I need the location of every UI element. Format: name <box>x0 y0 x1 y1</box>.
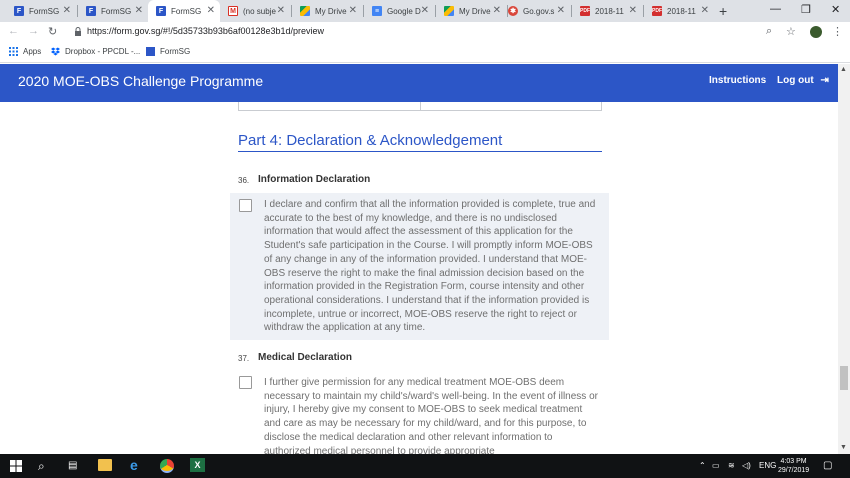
gogov-icon: ✱ <box>508 6 518 16</box>
windows-taskbar: ⌕ ▤ e X ⌃ ▭ ≋ ◁) ENG 4:03 PM 29/7/2019 ▢ <box>0 454 850 478</box>
formsg-icon: F <box>156 6 166 16</box>
browser-tab[interactable]: M (no subje ✕ <box>220 0 290 22</box>
scrollbar-thumb[interactable] <box>840 366 848 390</box>
close-icon[interactable]: ✕ <box>63 5 71 17</box>
scroll-down-icon[interactable]: ▼ <box>840 444 847 451</box>
bookmark-label: FormSG <box>160 47 191 56</box>
options-divider <box>420 102 421 110</box>
edge-browser-icon[interactable]: e <box>130 457 138 473</box>
browser-tab[interactable]: ✱ Go.gov.s ✕ <box>500 0 570 22</box>
drive-icon <box>300 6 310 16</box>
browser-tab[interactable]: PDF 2018-11 ✕ <box>644 0 714 22</box>
medical-declaration-checkbox[interactable] <box>239 376 252 389</box>
logout-icon: ⇥ <box>820 75 829 86</box>
formsg-icon: F <box>14 6 24 16</box>
browser-tab-active[interactable]: F FormSG ✕ <box>148 0 220 22</box>
form-title: 2020 MOE-OBS Challenge Programme <box>18 73 264 89</box>
zoom-search-icon[interactable]: ⌕ <box>766 25 772 38</box>
system-clock[interactable]: 4:03 PM 29/7/2019 <box>778 457 809 475</box>
close-icon[interactable]: ✕ <box>207 5 215 17</box>
question-number: 36. <box>238 176 250 185</box>
docs-icon: ≡ <box>372 6 382 16</box>
window-close-icon[interactable]: ✕ <box>831 3 840 16</box>
section-title: Part 4: Declaration & Acknowledgement <box>238 132 503 149</box>
wifi-icon[interactable]: ≋ <box>728 461 735 470</box>
drive-icon <box>444 6 454 16</box>
gmail-icon: M <box>228 6 238 16</box>
close-icon[interactable]: ✕ <box>349 5 357 17</box>
question-number: 37. <box>238 354 250 363</box>
scroll-up-icon[interactable]: ▲ <box>840 66 847 73</box>
tray-expand-icon[interactable]: ⌃ <box>699 461 706 470</box>
logout-link[interactable]: Log out ⇥ <box>777 75 829 86</box>
medical-checkbox-option[interactable]: I further give permission for any medica… <box>230 370 609 454</box>
clock-time: 4:03 PM <box>780 458 807 465</box>
formsg-icon: F <box>86 6 96 16</box>
dropbox-icon <box>51 47 60 56</box>
bookmarks-bar: Apps Dropbox - PPCDL -... FormSG <box>0 42 850 63</box>
battery-icon[interactable]: ▭ <box>712 461 720 470</box>
clock-date: 29/7/2019 <box>778 467 810 474</box>
excel-icon[interactable]: X <box>190 458 205 472</box>
previous-question-options <box>238 102 602 111</box>
question-title: Medical Declaration <box>258 352 352 363</box>
declaration-text: I declare and confirm that all the infor… <box>264 199 596 334</box>
bookmark-label: Apps <box>23 47 42 56</box>
form-content: Part 4: Declaration & Acknowledgement 36… <box>0 102 838 454</box>
app-header: 2020 MOE-OBS Challenge Programme Instruc… <box>0 64 838 102</box>
notifications-icon[interactable]: ▢ <box>823 460 832 471</box>
page-scrollbar[interactable]: ▲ ▼ <box>838 64 850 454</box>
lock-icon <box>75 27 81 36</box>
close-icon[interactable]: ✕ <box>557 5 565 17</box>
pdf-icon: PDF <box>652 6 662 16</box>
browser-tab-strip: F FormSG ✕ F FormSG ✕ F FormSG ✕ M (no s… <box>0 0 850 22</box>
browser-tab[interactable]: PDF 2018-11 ✕ <box>572 0 642 22</box>
restore-icon[interactable]: ❐ <box>801 3 811 16</box>
close-icon[interactable]: ✕ <box>277 5 285 17</box>
close-icon[interactable]: ✕ <box>421 5 429 17</box>
formsg-icon <box>146 47 155 56</box>
logout-label: Log out <box>777 75 814 86</box>
new-tab-plus-icon[interactable]: + <box>719 3 727 19</box>
minimize-icon[interactable]: — <box>770 3 781 15</box>
back-arrow-icon[interactable]: ← <box>8 25 19 37</box>
browser-tab[interactable]: F FormSG ✕ <box>78 0 148 22</box>
browser-tab[interactable]: ≡ Google D ✕ <box>364 0 434 22</box>
reload-icon[interactable]: ↻ <box>48 25 57 38</box>
task-view-icon[interactable]: ▤ <box>68 460 77 471</box>
information-declaration-checkbox[interactable] <box>239 199 252 212</box>
bookmark-apps[interactable]: Apps <box>9 47 41 56</box>
question-title: Information Declaration <box>258 174 371 185</box>
browser-tab[interactable]: My Drive ✕ <box>292 0 362 22</box>
volume-icon[interactable]: ◁) <box>742 461 751 470</box>
apps-grid-icon <box>9 47 18 56</box>
bookmark-formsg[interactable]: FormSG <box>146 47 190 56</box>
browser-tab[interactable]: My Drive ✕ <box>436 0 506 22</box>
section-divider <box>238 151 602 152</box>
search-icon[interactable]: ⌕ <box>38 459 45 474</box>
instructions-link[interactable]: Instructions <box>709 75 766 86</box>
bookmark-label: Dropbox - PPCDL -... <box>65 47 141 56</box>
declaration-checkbox-option[interactable]: I declare and confirm that all the infor… <box>230 193 609 340</box>
file-explorer-icon[interactable] <box>98 459 112 471</box>
menu-kebab-icon[interactable]: ⋮ <box>832 25 843 38</box>
windows-start-icon[interactable] <box>10 460 22 472</box>
medical-text: I further give permission for any medica… <box>264 377 598 454</box>
chrome-icon[interactable] <box>160 459 174 473</box>
close-icon[interactable]: ✕ <box>135 5 143 17</box>
close-icon[interactable]: ✕ <box>701 5 709 17</box>
profile-avatar[interactable] <box>810 26 822 38</box>
bookmark-star-icon[interactable]: ☆ <box>786 25 796 38</box>
address-toolbar: ← → ↻ https://form.gov.sg/#!/5d35733b93b… <box>0 22 850 42</box>
browser-tab[interactable]: F FormSG ✕ <box>6 0 76 22</box>
pdf-icon: PDF <box>580 6 590 16</box>
close-icon[interactable]: ✕ <box>629 5 637 17</box>
input-language[interactable]: ENG <box>759 461 776 470</box>
forward-arrow-icon[interactable]: → <box>28 25 39 37</box>
bookmark-dropbox[interactable]: Dropbox - PPCDL -... <box>51 47 140 56</box>
address-bar-url[interactable]: https://form.gov.sg/#!/5d35733b93b6af001… <box>87 26 324 36</box>
